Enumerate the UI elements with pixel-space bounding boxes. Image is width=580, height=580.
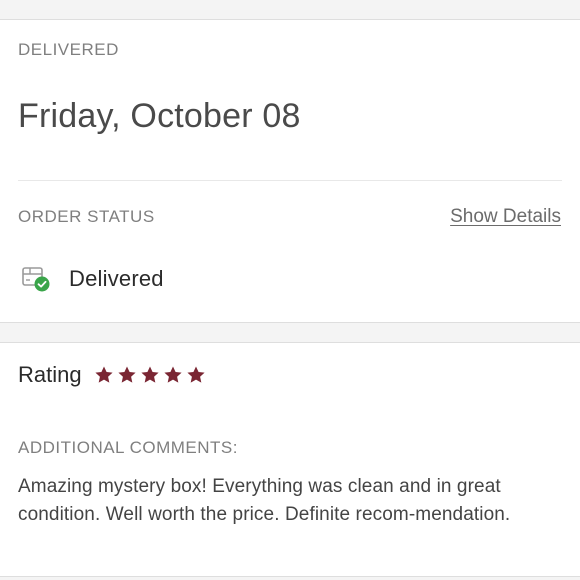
delivery-date: Friday, October 08 xyxy=(18,97,301,135)
divider xyxy=(18,180,562,181)
rating-label: Rating xyxy=(18,362,82,387)
order-status-label: ORDER STATUS xyxy=(18,207,155,226)
delivery-card: DELIVERED Friday, October 08 ORDER STATU… xyxy=(0,20,580,323)
section-separator xyxy=(0,323,580,343)
star-icon xyxy=(187,366,205,383)
rating-row: Rating xyxy=(18,362,209,388)
star-icon xyxy=(95,366,113,383)
star-icon xyxy=(164,366,182,383)
additional-comments-text: Amazing mystery box! Everything was clea… xyxy=(18,476,511,525)
order-status-value: Delivered xyxy=(69,266,164,291)
star-icon xyxy=(118,366,136,383)
rating-card: Rating ADDITIONAL COMMENTS: Amazing myst… xyxy=(0,343,580,577)
order-status-row: Delivered xyxy=(22,264,164,294)
show-details-link[interactable]: Show Details xyxy=(450,206,561,228)
additional-comments-label: ADDITIONAL COMMENTS: xyxy=(18,438,238,457)
star-icon xyxy=(141,366,159,383)
star-rating xyxy=(94,365,209,385)
delivered-box-check-icon xyxy=(22,265,52,293)
order-details-page: DELIVERED Friday, October 08 ORDER STATU… xyxy=(0,0,580,580)
delivered-label: DELIVERED xyxy=(18,40,119,59)
top-separator xyxy=(0,0,580,20)
